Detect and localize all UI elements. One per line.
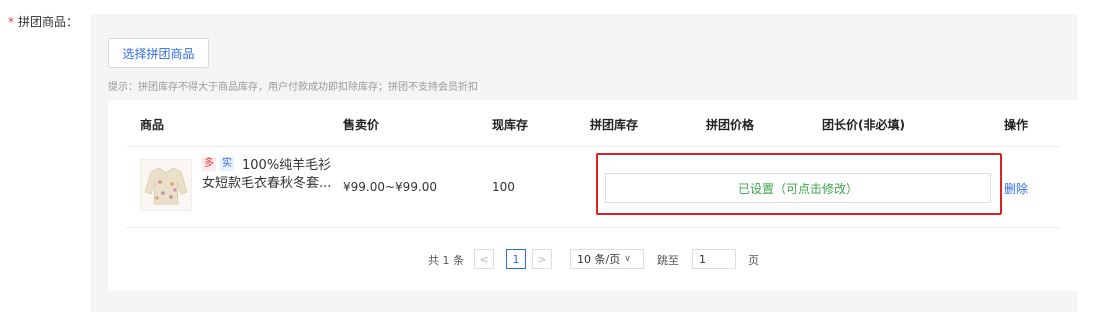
header-group-price: 拼团价格 <box>706 118 755 132</box>
table-row: 多 实 100%纯羊毛衫 女短款毛衣春秋冬套... ¥99.00~¥99.00 … <box>126 147 1060 228</box>
header-leader-price: 团长价(非必填) <box>822 118 905 132</box>
current-stock-value: 100 <box>492 180 515 194</box>
page-1-button[interactable]: 1 <box>506 249 526 269</box>
physical-goods-badge: 实 <box>220 157 234 171</box>
tip-text: 提示：拼团库存不得大于商品库存，用户付款成功即扣除库存；拼团不支持会员折扣 <box>108 82 478 93</box>
next-page-button[interactable]: > <box>532 249 552 269</box>
chevron-down-icon: ∨ <box>624 254 631 264</box>
form-label-text: 拼团商品： <box>18 15 79 29</box>
jump-page-input[interactable] <box>692 249 736 269</box>
page-unit: 页 <box>748 254 759 267</box>
pagination: 共 1 条 < 1 > 10 条/页 ∨ 跳至 页 <box>108 249 1078 271</box>
header-group-stock: 拼团库存 <box>590 118 639 132</box>
product-thumbnail[interactable] <box>140 159 192 211</box>
table-header: 商品 售卖价 现库存 拼团库存 拼团价格 团长价(非必填) 操作 <box>126 100 1060 147</box>
total-count: 共 1 条 <box>428 254 464 267</box>
header-sale-price: 售卖价 <box>343 118 380 132</box>
multi-spec-badge: 多 <box>202 157 216 171</box>
select-group-product-button[interactable]: 选择拼团商品 <box>108 38 209 68</box>
delete-link[interactable]: 删除 <box>1004 180 1028 197</box>
product-table-card: 商品 售卖价 现库存 拼团库存 拼团价格 团长价(非必填) 操作 多 实 100… <box>108 100 1078 291</box>
sale-price-value: ¥99.00~¥99.00 <box>343 180 438 194</box>
header-actions: 操作 <box>1004 118 1029 132</box>
sweater-image-icon <box>144 167 188 205</box>
header-current-stock: 现库存 <box>492 118 529 132</box>
header-product: 商品 <box>140 118 165 132</box>
prev-page-button[interactable]: < <box>474 249 494 269</box>
jump-label: 跳至 <box>657 254 679 267</box>
required-mark: * <box>8 15 14 29</box>
product-name-line1: 100%纯羊毛衫 <box>242 158 332 173</box>
product-name-line2: 女短款毛衣春秋冬套... <box>202 176 332 191</box>
group-settings-button[interactable]: 已设置（可点击修改） <box>605 173 991 203</box>
page-size-select[interactable]: 10 条/页 ∨ <box>570 249 644 269</box>
page-size-value: 10 条/页 <box>577 253 621 266</box>
form-label: * 拼团商品： <box>8 13 78 30</box>
